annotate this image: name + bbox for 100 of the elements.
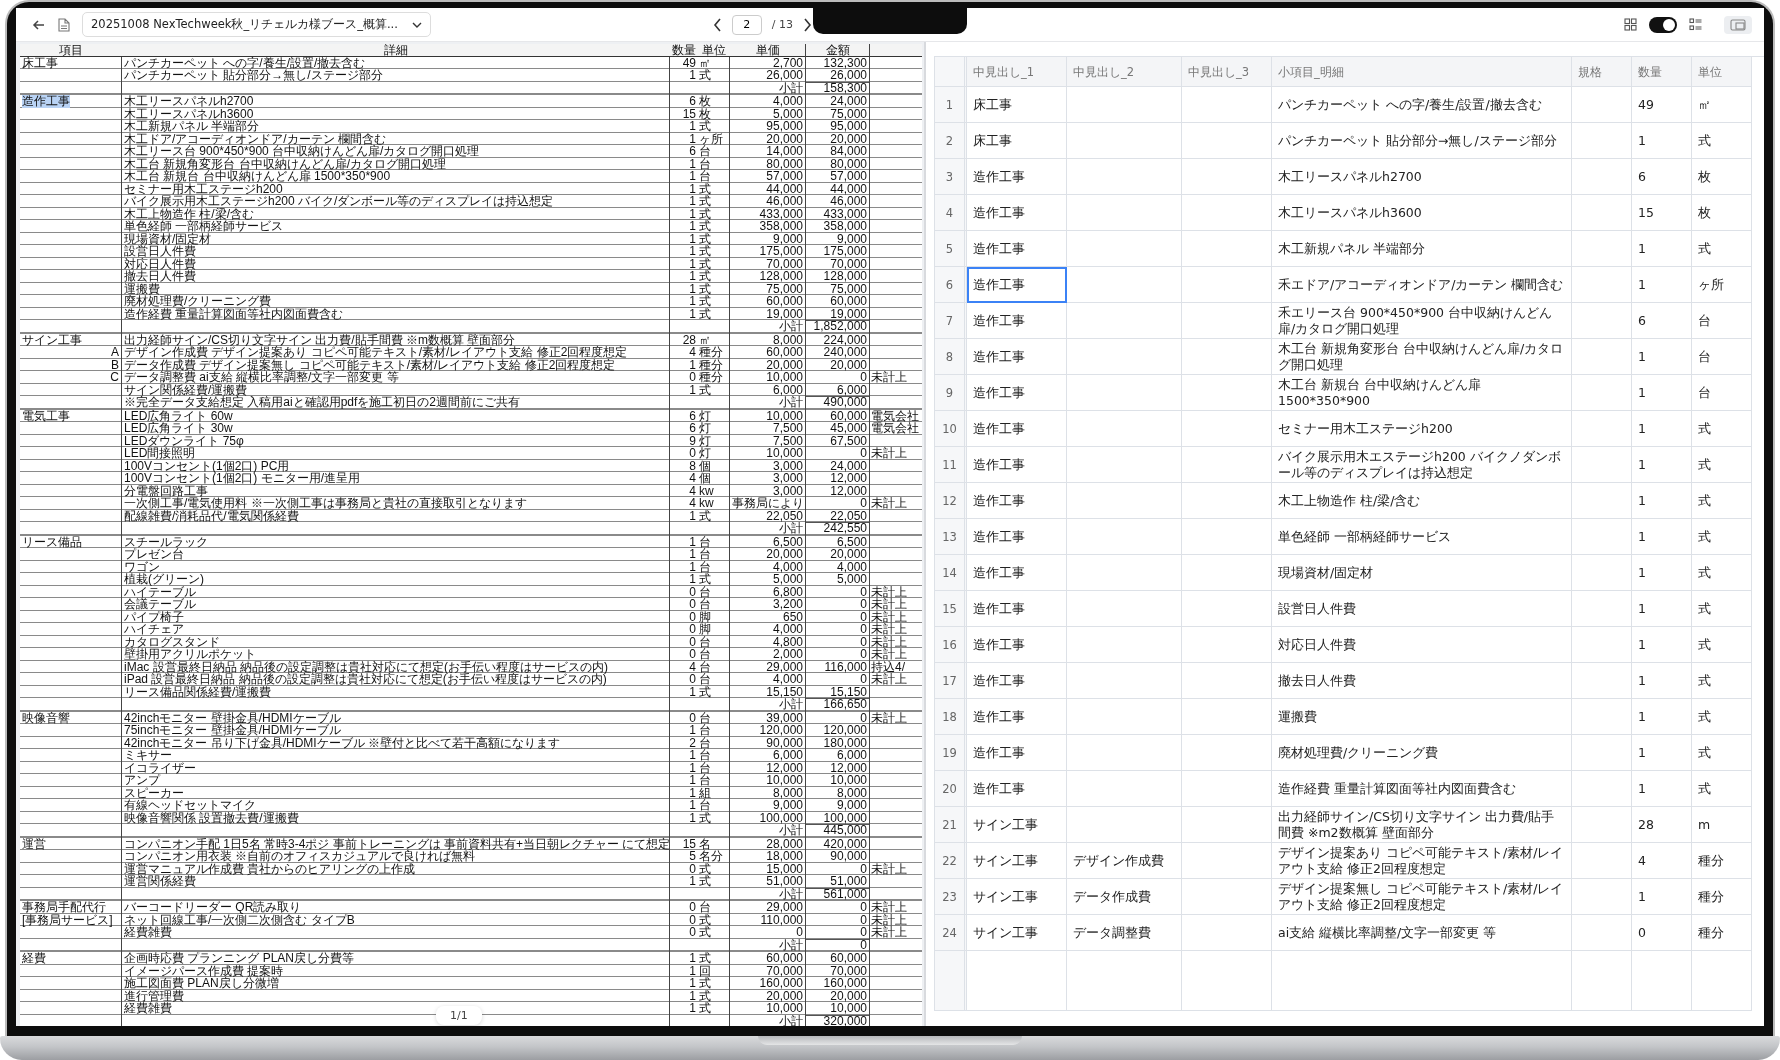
table-cell[interactable]: 単色経師 一部柄経師サービス xyxy=(1272,519,1572,555)
table-cell[interactable]: 種分 xyxy=(1692,879,1752,915)
table-cell[interactable]: 式 xyxy=(1692,519,1752,555)
table-cell[interactable]: 造作工事 xyxy=(967,627,1067,663)
table-cell[interactable]: 廃材処理費/クリーニング費 xyxy=(1272,735,1572,771)
table-cell[interactable]: 1 xyxy=(1632,771,1692,807)
table-cell[interactable] xyxy=(1182,375,1272,411)
table-cell[interactable]: サイン工事 xyxy=(967,843,1067,879)
view-toggle-switch[interactable] xyxy=(1649,16,1677,33)
table-cell[interactable]: 式 xyxy=(1692,663,1752,699)
table-cell[interactable] xyxy=(1572,267,1632,303)
table-cell[interactable]: サイン工事 xyxy=(967,915,1067,951)
panel-toggle-button[interactable] xyxy=(1724,15,1752,34)
table-cell[interactable] xyxy=(1572,231,1632,267)
table-cell[interactable]: 運搬費 xyxy=(1272,699,1572,735)
table-cell[interactable] xyxy=(1572,519,1632,555)
table-cell[interactable] xyxy=(1572,807,1632,843)
table-cell[interactable] xyxy=(1572,123,1632,159)
table-cell[interactable]: 木工台 新規台 台中収納けんどん扉 1500*350*900 xyxy=(1272,375,1572,411)
table-cell[interactable] xyxy=(1572,555,1632,591)
table-cell[interactable]: 出力経師サイン/CS切り文字サイン 出力費/貼手間費 ※m2数概算 壁面部分 xyxy=(1272,807,1572,843)
page-number-field[interactable]: 2 xyxy=(731,14,762,35)
table-cell[interactable]: 0 xyxy=(1632,915,1692,951)
table-cell[interactable] xyxy=(1067,267,1182,303)
table-cell[interactable] xyxy=(1067,555,1182,591)
table-cell[interactable] xyxy=(1182,195,1272,231)
table-cell[interactable]: m xyxy=(1692,807,1752,843)
table-cell[interactable]: 造作経費 重量計算図面等社内図面費含む xyxy=(1272,771,1572,807)
table-cell[interactable] xyxy=(1572,699,1632,735)
table-cell[interactable] xyxy=(1572,591,1632,627)
file-title-dropdown[interactable]: 20251008 NexTechweek秋_リチェルカ様ブース_概算... xyxy=(82,12,431,37)
table-cell[interactable] xyxy=(1182,591,1272,627)
table-cell[interactable]: 枚 xyxy=(1692,195,1752,231)
table-cell[interactable]: 種分 xyxy=(1692,915,1752,951)
table-cell[interactable]: 造作工事 xyxy=(967,591,1067,627)
table-cell[interactable]: 禾エリース台 900*450*900 台中収納けんどん扉/カタログ開口処理 xyxy=(1272,303,1572,339)
table-cell[interactable]: セミナー用木工ステージh200 xyxy=(1272,411,1572,447)
table-cell[interactable]: 床工事 xyxy=(967,87,1067,123)
table-cell[interactable] xyxy=(1572,339,1632,375)
table-cell[interactable] xyxy=(1182,303,1272,339)
table-cell[interactable] xyxy=(1572,411,1632,447)
table-cell[interactable]: 造作工事 xyxy=(967,519,1067,555)
table-cell[interactable] xyxy=(1572,483,1632,519)
table-cell[interactable]: 式 xyxy=(1692,555,1752,591)
table-cell[interactable] xyxy=(1182,87,1272,123)
table-cell[interactable]: 式 xyxy=(1692,123,1752,159)
table-cell[interactable]: 1 xyxy=(1632,123,1692,159)
table-cell[interactable]: パンチカーペット 貼分部分→無し/ステージ部分 xyxy=(1272,123,1572,159)
table-cell[interactable] xyxy=(1572,771,1632,807)
table-cell[interactable] xyxy=(1182,879,1272,915)
table-cell[interactable]: 造作工事 xyxy=(967,663,1067,699)
table-cell[interactable] xyxy=(1572,843,1632,879)
table-cell[interactable]: 式 xyxy=(1692,411,1752,447)
table-cell[interactable]: 28 xyxy=(1632,807,1692,843)
table-cell[interactable]: 木工リースパネルh2700 xyxy=(1272,159,1572,195)
table-cell[interactable]: 造作工事 xyxy=(967,267,1067,303)
table-cell[interactable] xyxy=(1182,267,1272,303)
table-cell[interactable]: 1 xyxy=(1632,483,1692,519)
table-cell[interactable]: 6 xyxy=(1632,303,1692,339)
previous-page-icon[interactable] xyxy=(712,17,722,32)
table-cell[interactable] xyxy=(1067,483,1182,519)
table-cell[interactable]: 木工上物造作 柱/梁/含む xyxy=(1272,483,1572,519)
table-cell[interactable] xyxy=(1182,771,1272,807)
table-cell[interactable] xyxy=(1572,195,1632,231)
table-cell[interactable]: 枚 xyxy=(1692,159,1752,195)
table-cell[interactable]: 式 xyxy=(1692,591,1752,627)
table-cell[interactable] xyxy=(1067,663,1182,699)
column-header[interactable]: 中見出し_1 xyxy=(967,57,1067,87)
list-view-icon[interactable] xyxy=(1689,18,1702,31)
table-cell[interactable]: 造作工事 xyxy=(967,411,1067,447)
table-cell[interactable] xyxy=(1067,627,1182,663)
table-cell[interactable]: 1 xyxy=(1632,663,1692,699)
table-cell[interactable]: 1 xyxy=(1632,267,1692,303)
table-cell[interactable] xyxy=(1182,159,1272,195)
table-cell[interactable]: 現場資材/固定材 xyxy=(1272,555,1572,591)
table-cell[interactable]: 式 xyxy=(1692,483,1752,519)
table-cell[interactable]: デザイン提案あり コピペ可能テキスト/素材/レイアウト支給 修正2回程度想定 xyxy=(1272,843,1572,879)
table-cell[interactable]: ㎡ xyxy=(1692,87,1752,123)
table-cell[interactable]: バイク展示用木エステージh200 バイクノダンボール等のディスプレイは持込想定 xyxy=(1272,447,1572,483)
table-cell[interactable]: 式 xyxy=(1692,771,1752,807)
table-cell[interactable]: 49 xyxy=(1632,87,1692,123)
column-header[interactable]: 規格 xyxy=(1572,57,1632,87)
table-cell[interactable]: データ調整費 xyxy=(1067,915,1182,951)
table-cell[interactable] xyxy=(1067,699,1182,735)
table-cell[interactable] xyxy=(1182,915,1272,951)
table-cell[interactable] xyxy=(1182,483,1272,519)
table-cell[interactable] xyxy=(1067,231,1182,267)
table-cell[interactable]: 造作工事 xyxy=(967,195,1067,231)
table-cell[interactable]: 1 xyxy=(1632,735,1692,771)
table-cell[interactable]: サイン工事 xyxy=(967,807,1067,843)
table-cell[interactable]: 造作工事 xyxy=(967,555,1067,591)
table-cell[interactable]: 造作工事 xyxy=(967,159,1067,195)
table-cell[interactable]: 1 xyxy=(1632,519,1692,555)
table-cell[interactable]: 1 xyxy=(1632,699,1692,735)
table-cell[interactable] xyxy=(1572,87,1632,123)
table-cell[interactable] xyxy=(1572,735,1632,771)
table-cell[interactable] xyxy=(1067,771,1182,807)
table-cell[interactable]: 撤去日人件費 xyxy=(1272,663,1572,699)
next-page-icon[interactable] xyxy=(803,17,812,32)
table-cell[interactable]: 式 xyxy=(1692,231,1752,267)
